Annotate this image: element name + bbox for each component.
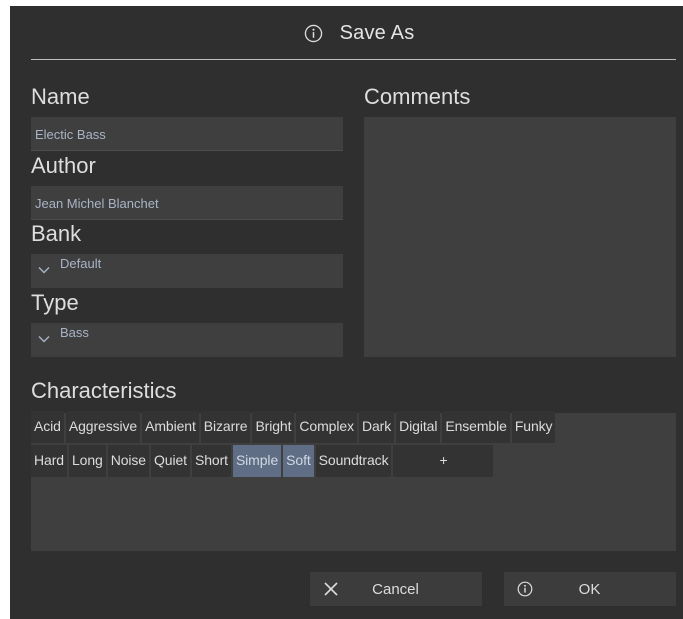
tag-ensemble[interactable]: Ensemble (442, 411, 510, 443)
characteristics-label: Characteristics (31, 378, 177, 403)
bank-select-value: Default (60, 256, 102, 271)
tag-noise[interactable]: Noise (107, 445, 149, 477)
ok-button[interactable]: OK (504, 572, 676, 606)
chevron-down-icon (38, 267, 50, 274)
tag-complex[interactable]: Complex (296, 411, 357, 443)
characteristics-row-1: Acid Aggressive Ambient Bizarre Bright Comple… (31, 411, 557, 443)
comments-label: Comments (364, 84, 471, 109)
info-icon (304, 24, 322, 42)
tag-short[interactable]: Short (191, 445, 231, 477)
info-icon (517, 581, 533, 597)
tag-hard[interactable]: Hard (31, 445, 67, 477)
chevron-down-icon (38, 336, 50, 343)
name-label: Name (31, 84, 90, 109)
cancel-button-label: Cancel (372, 580, 419, 598)
dialog-title: Save As (339, 21, 415, 44)
author-input[interactable] (31, 186, 343, 220)
bank-select[interactable]: Default (31, 254, 343, 288)
title-divider (31, 59, 676, 60)
comments-textarea[interactable] (364, 117, 676, 357)
tag-funky[interactable]: Funky (511, 411, 556, 443)
name-input[interactable] (31, 117, 343, 151)
bank-label: Bank (31, 221, 82, 246)
type-label: Type (31, 290, 79, 315)
type-select[interactable]: Bass (31, 323, 343, 357)
save-as-dialog: Save As Name Author Bank Default Type Ba… (10, 6, 683, 619)
tag-long[interactable]: Long (68, 445, 106, 477)
tag-bizarre[interactable]: Bizarre (200, 411, 251, 443)
characteristics-row-2: Hard Long Noise Quiet Short Simple Soft Soundtr… (31, 445, 495, 477)
ok-button-label: OK (578, 580, 601, 598)
tag-dark[interactable]: Dark (358, 411, 395, 443)
author-label: Author (31, 153, 96, 178)
tag-acid[interactable]: Acid (31, 411, 64, 443)
tag-soundtrack[interactable]: Soundtrack (315, 445, 392, 477)
title-bar: Save As (10, 6, 683, 60)
add-characteristic-button[interactable]: + (393, 445, 494, 477)
tag-ambient[interactable]: Ambient (142, 411, 199, 443)
tag-simple[interactable]: Simple (232, 445, 282, 477)
tag-quiet[interactable]: Quiet (151, 445, 190, 477)
tag-bright[interactable]: Bright (252, 411, 295, 443)
tag-aggressive[interactable]: Aggressive (65, 411, 141, 443)
tag-digital[interactable]: Digital (396, 411, 441, 443)
close-icon (324, 582, 338, 596)
cancel-button[interactable]: Cancel (310, 572, 482, 606)
tag-soft[interactable]: Soft (283, 445, 314, 477)
type-select-value: Bass (60, 325, 89, 340)
